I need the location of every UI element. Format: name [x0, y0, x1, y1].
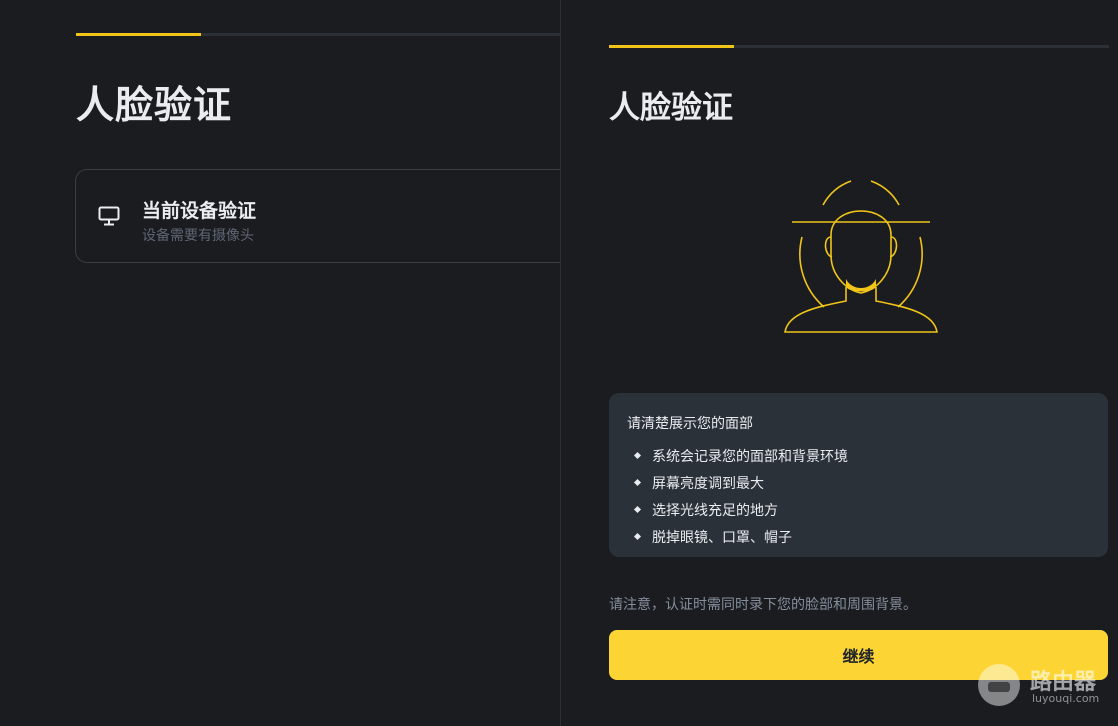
option-title: 当前设备验证 — [142, 200, 257, 222]
bullet-icon — [633, 532, 642, 541]
tip-text: 脱掉眼镜、口罩、帽子 — [652, 529, 792, 546]
tip-text: 系统会记录您的面部和背景环境 — [652, 448, 848, 465]
page-title: 人脸验证 — [76, 83, 233, 127]
step-progress-fill — [609, 45, 734, 48]
tips-heading: 请清楚展示您的面部 — [627, 416, 753, 432]
face-scan-illustration — [776, 175, 946, 340]
face-verification-screen: 人脸验证 当前设备验证 设备需要有摄像头 人脸验证 请清楚展示您的面部 系统会记… — [0, 0, 1118, 726]
watermark-logo: 路由器 luyouqi.com — [978, 662, 1118, 726]
step-progress-fill — [76, 33, 201, 36]
left-panel: 人脸验证 当前设备验证 设备需要有摄像头 — [0, 0, 560, 726]
right-panel: 人脸验证 请清楚展示您的面部 系统会记录您的面部和背景环境 屏幕亮度调到最大 选… — [561, 0, 1118, 726]
bullet-icon — [633, 505, 642, 514]
option-subtitle: 设备需要有摄像头 — [142, 228, 254, 244]
page-title: 人脸验证 — [609, 90, 733, 126]
tip-item: 脱掉眼镜、口罩、帽子 — [627, 523, 1090, 550]
watermark-url: luyouqi.com — [1032, 692, 1100, 705]
bullet-icon — [633, 478, 642, 487]
router-icon — [978, 664, 1020, 706]
current-device-verification-option[interactable]: 当前设备验证 设备需要有摄像头 — [75, 169, 560, 263]
bullet-icon — [633, 451, 642, 460]
tip-item: 系统会记录您的面部和背景环境 — [627, 442, 1090, 469]
recording-notice: 请注意，认证时需同时录下您的脸部和周围背景。 — [609, 597, 917, 613]
tip-item: 选择光线充足的地方 — [627, 496, 1090, 523]
tip-item: 屏幕亮度调到最大 — [627, 469, 1090, 496]
step-progress-bar — [609, 45, 1109, 48]
monitor-icon — [98, 206, 120, 226]
tip-text: 屏幕亮度调到最大 — [652, 475, 764, 492]
tips-box: 请清楚展示您的面部 系统会记录您的面部和背景环境 屏幕亮度调到最大 选择光线充足… — [609, 393, 1108, 557]
step-progress-bar — [76, 33, 560, 36]
tip-text: 选择光线充足的地方 — [652, 502, 778, 519]
